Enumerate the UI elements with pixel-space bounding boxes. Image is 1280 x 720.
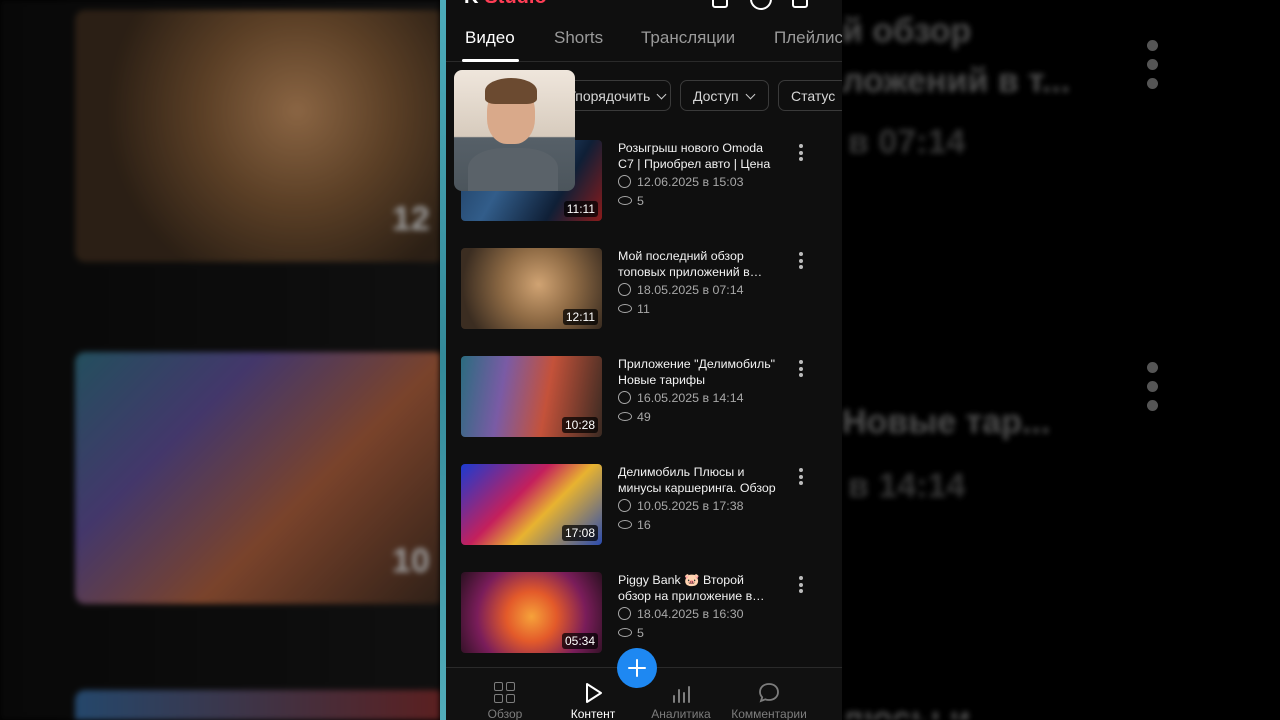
app-logo: K Studio xyxy=(464,0,547,9)
nav-overview-label: Обзор xyxy=(487,707,523,720)
background-thumbnail xyxy=(75,690,440,720)
background-thumbnail xyxy=(75,352,440,604)
video-views: 11 xyxy=(618,302,650,316)
logo-name: Studio xyxy=(484,0,546,8)
phone-screen: K Studio Видео Shorts Трансляции Плейлист… xyxy=(440,0,842,720)
background-thumbnail xyxy=(75,10,440,262)
nav-analytics-label: Аналитика xyxy=(651,707,711,720)
picture-in-picture-video[interactable] xyxy=(454,70,575,191)
video-list-item[interactable]: 05:34 Piggy Bank 🐷 Второй обзор на прило… xyxy=(461,572,833,654)
tabs-bar: Видео Shorts Трансляции Плейлисты xyxy=(446,18,842,62)
background-text: в 07:14 xyxy=(848,123,966,161)
grid-icon xyxy=(494,682,516,704)
access-filter-label: Доступ xyxy=(693,88,739,104)
video-views: 5 xyxy=(618,626,644,640)
blurred-background-left: 12 10 xyxy=(0,0,440,720)
video-duration: 10:28 xyxy=(561,417,598,433)
nav-content-label: Контент xyxy=(570,707,616,720)
video-date: 18.05.2025 в 07:14 xyxy=(618,283,744,297)
video-date: 18.04.2025 в 16:30 xyxy=(618,607,744,621)
tab-playlists[interactable]: Плейлисты xyxy=(774,28,842,48)
video-views: 49 xyxy=(618,410,651,424)
background-duration: 12 xyxy=(392,200,430,238)
screen: 12 10 й обзор ложений в т... в 07:14 Нов… xyxy=(0,0,1280,720)
background-text: в 14:14 xyxy=(848,467,966,505)
account-icon[interactable] xyxy=(792,0,808,8)
video-list-item[interactable]: 12:11 Мой последний обзор топовых прилож… xyxy=(461,248,833,330)
access-filter[interactable]: Доступ xyxy=(680,80,769,111)
logo-letter: K xyxy=(464,0,478,8)
more-options-icon[interactable] xyxy=(799,360,805,380)
video-views: 16 xyxy=(618,518,651,532)
video-thumbnail[interactable]: 05:34 xyxy=(461,572,602,653)
more-options-icon[interactable] xyxy=(799,252,805,272)
nav-overview[interactable]: Обзор xyxy=(460,668,550,720)
globe-icon xyxy=(618,391,631,404)
eye-icon xyxy=(618,412,632,421)
background-kebab-icon xyxy=(1147,40,1159,97)
video-thumbnail[interactable]: 17:08 xyxy=(461,464,602,545)
help-icon[interactable] xyxy=(750,0,772,10)
status-filter-label: Статус xyxy=(791,88,836,104)
chevron-down-icon xyxy=(745,89,756,100)
video-title[interactable]: Приложение "Делимобиль" Новые тарифы xyxy=(618,356,778,388)
background-text: люсы и xyxy=(842,700,971,720)
video-duration: 17:08 xyxy=(561,525,598,541)
video-date: 16.05.2025 в 14:14 xyxy=(618,391,744,405)
nav-comments[interactable]: Комментарии xyxy=(724,668,814,720)
background-text: Новые тар... xyxy=(842,403,1051,441)
video-date: 12.06.2025 в 15:03 xyxy=(618,175,744,189)
nav-comments-label: Комментарии xyxy=(731,707,807,720)
video-thumbnail[interactable]: 10:28 xyxy=(461,356,602,437)
more-options-icon[interactable] xyxy=(799,576,805,596)
globe-icon xyxy=(618,175,631,188)
blurred-background-right: й обзор ложений в т... в 07:14 Новые тар… xyxy=(842,0,1280,720)
video-list-item[interactable]: 10:28 Приложение "Делимобиль" Новые тари… xyxy=(461,356,833,438)
video-thumbnail[interactable]: 12:11 xyxy=(461,248,602,329)
background-text: ложений в т... xyxy=(842,62,1071,100)
active-tab-indicator xyxy=(462,59,519,62)
video-duration: 05:34 xyxy=(561,633,598,649)
status-filter[interactable]: Статус xyxy=(778,80,842,111)
background-kebab-icon xyxy=(1147,362,1159,419)
more-options-icon[interactable] xyxy=(799,468,805,488)
video-list-item[interactable]: 17:08 Делимобиль Плюсы и минусы каршерин… xyxy=(461,464,833,546)
screen-edge-decoration xyxy=(440,0,446,720)
comment-icon xyxy=(758,682,780,704)
sort-filter-label: Упорядочить xyxy=(567,88,651,104)
background-duration: 10 xyxy=(392,542,430,580)
video-duration: 11:11 xyxy=(563,201,598,217)
tab-videos[interactable]: Видео xyxy=(465,28,515,48)
chevron-down-icon xyxy=(656,89,667,100)
video-views: 5 xyxy=(618,194,644,208)
video-duration: 12:11 xyxy=(562,309,598,325)
video-title[interactable]: Делимобиль Плюсы и минусы каршеринга. Об… xyxy=(618,464,778,496)
video-title[interactable]: Розыгрыш нового Omoda C7 | Приобрел авто… xyxy=(618,140,778,172)
more-options-icon[interactable] xyxy=(799,144,805,164)
background-text: й обзор xyxy=(842,12,972,50)
eye-icon xyxy=(618,196,632,205)
video-title[interactable]: Мой последний обзор топовых приложений в… xyxy=(618,248,778,280)
video-title[interactable]: Piggy Bank 🐷 Второй обзор на приложение … xyxy=(618,572,778,604)
eye-icon xyxy=(618,304,632,313)
globe-icon xyxy=(618,499,631,512)
video-date: 10.05.2025 в 17:38 xyxy=(618,499,744,513)
top-bar: K Studio xyxy=(440,0,842,12)
globe-icon xyxy=(618,607,631,620)
tab-streams[interactable]: Трансляции xyxy=(641,28,735,48)
bell-icon[interactable] xyxy=(712,0,728,8)
eye-icon xyxy=(618,628,632,637)
tab-shorts[interactable]: Shorts xyxy=(554,28,603,48)
play-icon xyxy=(582,682,604,704)
bar-chart-icon xyxy=(670,682,692,704)
globe-icon xyxy=(618,283,631,296)
add-content-button[interactable] xyxy=(617,648,657,688)
eye-icon xyxy=(618,520,632,529)
